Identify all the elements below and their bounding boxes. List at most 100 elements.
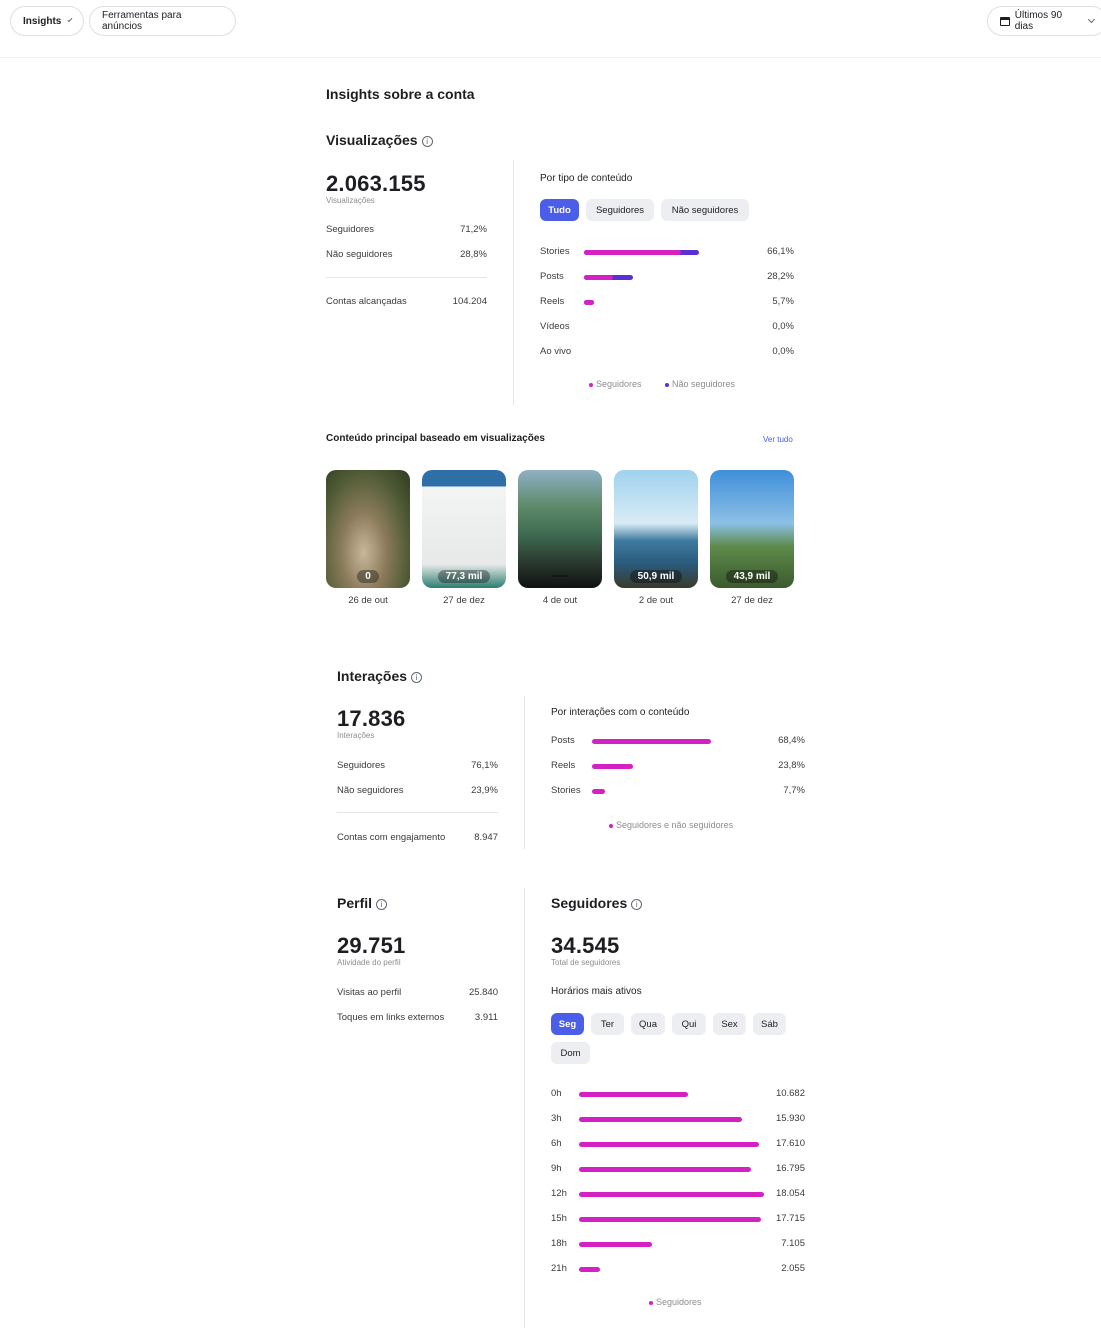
- legend-nonfollowers-label: Não seguidores: [672, 379, 736, 389]
- hour-value: 15.930: [775, 1113, 805, 1124]
- thumbnail-views: 77,3 mil: [437, 569, 491, 583]
- hour-label: 3h: [551, 1113, 562, 1124]
- by-content-title: Por interações com o conteúdo: [551, 707, 690, 718]
- hour-bar: [579, 1192, 764, 1197]
- top-content-title: Conteúdo principal baseado em visualizaç…: [326, 433, 545, 444]
- calendar-icon: [1000, 16, 1010, 26]
- legend-dot: [589, 382, 593, 387]
- interactions-heading: Interações i: [337, 668, 423, 684]
- hour-value: 18.054: [775, 1188, 805, 1199]
- tab-nonfollowers[interactable]: Não seguidores: [661, 199, 749, 221]
- see-all-link[interactable]: Ver tudo: [763, 435, 793, 444]
- views-total-caption: Visualizações: [326, 196, 375, 205]
- profile-visits-value: 25.840: [468, 987, 498, 998]
- thumbnail-date: 27 de dez: [731, 595, 773, 606]
- day-tab-wed[interactable]: Qua: [631, 1013, 665, 1035]
- interactions-nonfollowers-value: 23,9%: [471, 785, 498, 796]
- day-tab-sat[interactable]: Sáb: [753, 1013, 786, 1035]
- content-type-label: Stories: [540, 246, 570, 257]
- content-thumbnail[interactable]: 50,9 mil: [614, 470, 698, 588]
- legend-interactions-label: Seguidores e não seguidores: [616, 820, 734, 830]
- tab-followers[interactable]: Seguidores: [586, 199, 654, 221]
- views-title: Visualizações: [326, 132, 418, 148]
- profile-total-caption: Atividade do perfil: [337, 958, 401, 967]
- thumbnail-date: 27 de dez: [443, 595, 485, 606]
- interaction-value: 7,7%: [783, 785, 805, 796]
- hour-bar: [579, 1167, 752, 1172]
- hour-bar: [579, 1217, 761, 1222]
- content-thumbnail[interactable]: 0: [326, 470, 410, 588]
- info-icon[interactable]: i: [631, 898, 643, 910]
- info-icon[interactable]: i: [376, 898, 388, 910]
- date-range-dropdown[interactable]: Últimos 90 dias: [987, 6, 1101, 36]
- legend-followers-hours: Seguidores: [649, 1297, 702, 1307]
- hour-value: 16.795: [775, 1163, 805, 1174]
- tab-all[interactable]: Tudo: [540, 199, 579, 221]
- external-links-value: 3.911: [474, 1012, 498, 1023]
- hour-bar: [579, 1092, 689, 1097]
- hour-label: 12h: [551, 1188, 567, 1199]
- divider: [513, 160, 514, 405]
- thumbnail-views: 43,9 mil: [725, 569, 779, 583]
- legend-dot: [665, 382, 669, 387]
- reach-value: 104.204: [452, 296, 487, 307]
- interactions-total-caption: Interações: [337, 731, 375, 740]
- legend-followers: Seguidores: [589, 379, 642, 389]
- divider: [524, 696, 525, 849]
- ad-tools-button[interactable]: Ferramentas para anúncios: [89, 6, 236, 36]
- legend-nonfollowers: Não seguidores: [665, 379, 735, 389]
- info-icon[interactable]: i: [411, 671, 423, 683]
- day-tab-fri[interactable]: Sex: [713, 1013, 746, 1035]
- content-type-label: Ao vivo: [540, 346, 572, 357]
- followers-heading: Seguidores i: [551, 895, 643, 911]
- day-tab-sun[interactable]: Dom: [551, 1042, 590, 1064]
- day-tab-mon[interactable]: Seg: [551, 1013, 584, 1035]
- views-nonfollowers-value: 28,8%: [460, 249, 487, 260]
- interaction-label: Reels: [551, 760, 576, 771]
- active-hours-title: Horários mais ativos: [551, 986, 642, 997]
- content-type-value: 5,7%: [772, 296, 794, 307]
- content-thumbnail[interactable]: [518, 470, 602, 588]
- reach-label: Contas alcançadas: [326, 296, 407, 307]
- hour-label: 18h: [551, 1238, 567, 1249]
- day-tab-tue[interactable]: Ter: [591, 1013, 624, 1035]
- day-tab-thu[interactable]: Qui: [672, 1013, 706, 1035]
- hour-label: 9h: [551, 1163, 562, 1174]
- interactions-total: 17.836: [337, 706, 406, 731]
- hour-bar: [579, 1267, 601, 1272]
- views-followers-label: Seguidores: [326, 224, 375, 235]
- info-icon[interactable]: i: [421, 135, 433, 147]
- divider: [326, 277, 487, 278]
- thumbnail-views: [552, 575, 568, 577]
- thumbnail-date: 2 de out: [638, 595, 674, 606]
- date-range-label: Últimos 90 dias: [1014, 10, 1063, 32]
- profile-heading: Perfil i: [337, 895, 388, 911]
- divider: [524, 888, 525, 1328]
- external-links-label: Toques em links externos: [337, 1012, 445, 1023]
- divider: [337, 812, 498, 813]
- content-type-label: Posts: [540, 271, 564, 282]
- content-thumbnail[interactable]: 43,9 mil: [710, 470, 794, 588]
- legend-followers-hours-label: Seguidores: [656, 1297, 702, 1307]
- thumbnail-views: 50,9 mil: [629, 569, 683, 583]
- content-type-value: 0,0%: [772, 321, 794, 332]
- hour-label: 21h: [551, 1263, 567, 1274]
- hour-value: 7.105: [781, 1238, 805, 1249]
- ad-tools-label: Ferramentas para anúncios: [102, 10, 182, 32]
- insights-dropdown[interactable]: Insights: [10, 6, 84, 36]
- interaction-label: Stories: [551, 785, 581, 796]
- content-type-value: 28,2%: [767, 271, 794, 282]
- hour-value: 10.682: [775, 1088, 805, 1099]
- engaged-label: Contas com engajamento: [337, 832, 446, 843]
- legend-dot: [609, 823, 613, 828]
- hour-bar: [579, 1242, 652, 1247]
- followers-total-caption: Total de seguidores: [551, 958, 621, 967]
- interaction-bar: [592, 764, 634, 769]
- views-heading: Visualizações i: [326, 132, 433, 148]
- content-thumbnail[interactable]: 77,3 mil: [422, 470, 506, 588]
- views-total: 2.063.155: [326, 171, 426, 196]
- profile-title: Perfil: [337, 895, 373, 911]
- thumbnail-date: 26 de out: [348, 595, 388, 606]
- content-type-label: Vídeos: [540, 321, 570, 332]
- content-type-bar-followers: [584, 250, 682, 255]
